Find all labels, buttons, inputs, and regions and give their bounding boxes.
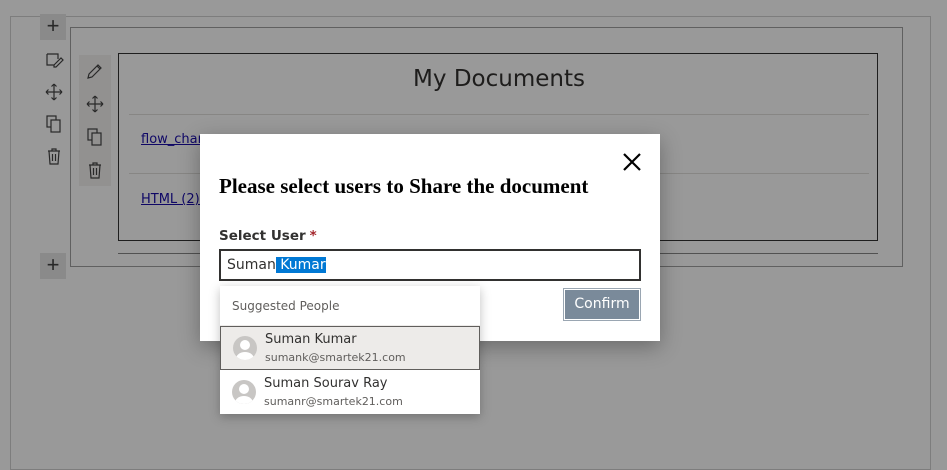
close-icon[interactable] (622, 152, 642, 172)
select-user-label: Select User * (219, 228, 317, 244)
dialog-title: Please select users to Share the documen… (219, 174, 589, 198)
person-name: Suman Kumar (265, 332, 357, 347)
suggestions-dropdown: Suggested People Suman Kumar sumank@smar… (220, 286, 480, 414)
required-marker: * (309, 228, 317, 244)
person-email: sumanr@smartek21.com (264, 395, 403, 408)
confirm-button[interactable]: Confirm (563, 288, 641, 321)
input-text: Suman (227, 257, 276, 273)
suggestions-header: Suggested People (220, 286, 480, 326)
avatar (233, 336, 257, 360)
person-email: sumank@smartek21.com (265, 351, 406, 364)
suggestion-item[interactable]: Suman Sourav Ray sumanr@smartek21.com (220, 370, 480, 414)
avatar (232, 380, 256, 404)
suggestion-item[interactable]: Suman Kumar sumank@smartek21.com (220, 326, 480, 370)
input-selected-text: Kumar (275, 257, 326, 273)
person-name: Suman Sourav Ray (264, 376, 388, 391)
select-user-label-text: Select User (219, 228, 306, 244)
select-user-input[interactable]: Suman Kumar (219, 249, 641, 281)
